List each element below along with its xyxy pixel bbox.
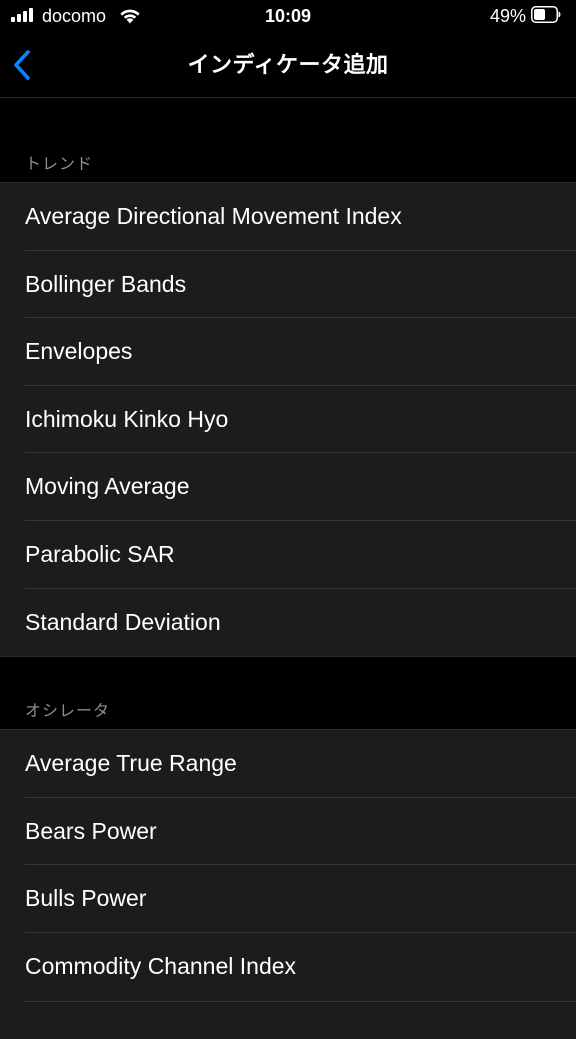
list-item-label: Average True Range xyxy=(25,750,237,776)
list-item-label: Commodity Channel Index xyxy=(25,952,297,979)
list-item-label: Ichimoku Kinko Hyo xyxy=(25,405,229,432)
list-item-label: Envelopes xyxy=(25,338,133,365)
list-item-adx[interactable]: Average Directional Movement Index xyxy=(0,183,576,251)
list-item-label: Average Directional Movement Index xyxy=(25,203,402,229)
list-item-label: Bollinger Bands xyxy=(25,270,187,297)
list-item-bollinger-bands[interactable]: Bollinger Bands xyxy=(0,251,576,319)
list-item-average-true-range[interactable]: Average True Range xyxy=(0,730,576,798)
page-title: インディケータ追加 xyxy=(187,52,389,77)
list-item-standard-deviation[interactable]: Standard Deviation xyxy=(0,589,576,657)
row-divider xyxy=(25,1000,576,1002)
list-item-ichimoku[interactable]: Ichimoku Kinko Hyo xyxy=(0,386,576,454)
navigation-bar: インディケータ追加 xyxy=(0,34,576,98)
oscillator-indicator-list: Average True Range Bears Power Bulls Pow… xyxy=(0,729,576,1039)
list-item-bears-power[interactable]: Bears Power xyxy=(0,798,576,866)
list-item-label: Parabolic SAR xyxy=(25,540,175,567)
list-item-commodity-channel-index[interactable]: Commodity Channel Index xyxy=(0,933,576,1008)
list-item-label: Bulls Power xyxy=(25,885,147,912)
battery-percent: 49% xyxy=(489,6,526,26)
list-item-label: Moving Average xyxy=(25,473,190,500)
section-header-trend: トレンド xyxy=(25,156,94,173)
trend-indicator-list: Average Directional Movement Index Bolli… xyxy=(0,182,576,657)
list-item-label: Bears Power xyxy=(25,817,157,844)
section-header-oscillator: オシレータ xyxy=(25,703,111,720)
list-item-moving-average[interactable]: Moving Average xyxy=(0,453,576,521)
list-item-parabolic-sar[interactable]: Parabolic SAR xyxy=(0,521,576,589)
status-bar: docomo 10:09 49% xyxy=(0,0,576,34)
battery-icon xyxy=(531,6,561,23)
list-item-bulls-power[interactable]: Bulls Power xyxy=(0,865,576,933)
list-item-envelopes[interactable]: Envelopes xyxy=(0,318,576,386)
list-item-label: Standard Deviation xyxy=(25,608,221,635)
